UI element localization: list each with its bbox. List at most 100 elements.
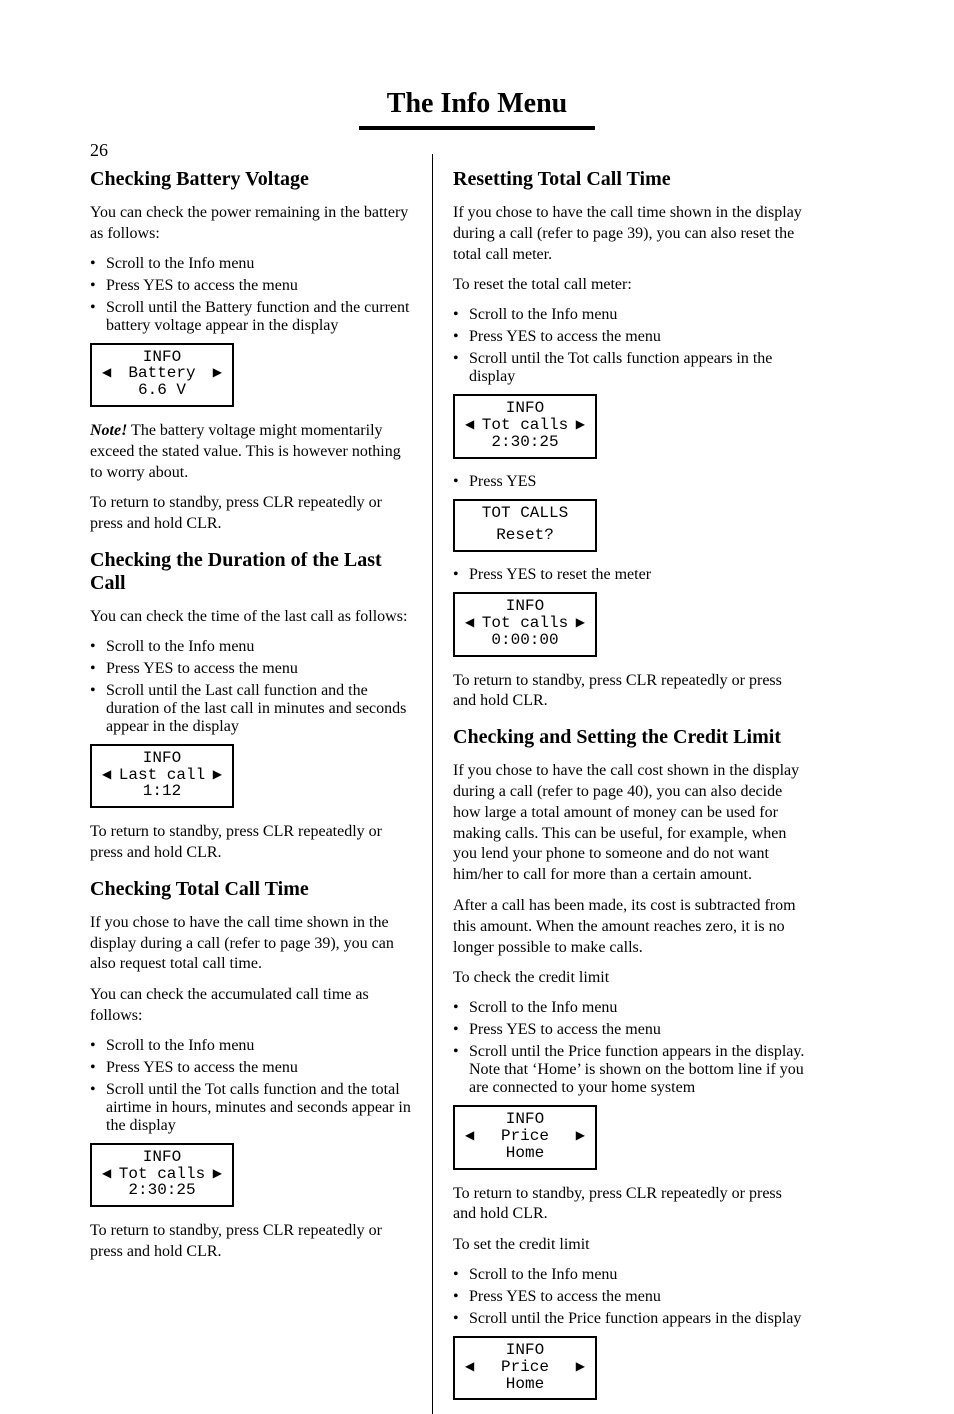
triangle-right-icon: ▶	[576, 1361, 585, 1374]
lcd-line: ◀ Price ▶	[465, 1359, 585, 1376]
bullet-icon: •	[453, 306, 463, 324]
text: To return to standby, press CLR repeated…	[453, 1184, 805, 1226]
note-label: Note!	[90, 422, 127, 439]
lcd-battery: INFO ◀ Battery ▶ 6.6 V	[90, 343, 234, 407]
lcd-line: Reset?	[465, 527, 585, 544]
text: You can check the time of the last call …	[90, 607, 412, 628]
text: If you chose to have the call time shown…	[453, 203, 805, 265]
step-text: Scroll until the Tot calls function and …	[106, 1081, 412, 1135]
text: To set the credit limit	[453, 1235, 805, 1256]
heading-credit: Checking and Setting the Credit Limit	[453, 726, 805, 749]
step: •Scroll until the Tot calls function app…	[453, 350, 805, 386]
step: • Scroll to the Info menu	[90, 638, 412, 656]
lcd-screenshot: TOT CALLS Reset?	[453, 499, 805, 553]
text: You can check the power remaining in the…	[90, 203, 412, 245]
step-text: Scroll to the Info menu	[469, 1266, 617, 1284]
triangle-right-icon: ▶	[213, 769, 222, 782]
title-underline	[359, 126, 595, 130]
triangle-right-icon: ▶	[213, 1168, 222, 1181]
step: •Scroll until the Price function appears…	[453, 1043, 805, 1097]
text: After a call has been made, its cost is …	[453, 896, 805, 958]
text: To reset the total call meter:	[453, 275, 805, 296]
step-text: Press YES to reset the meter	[469, 566, 651, 584]
step: •Scroll until the Battery function and t…	[90, 299, 412, 335]
step-text: Press YES to access the menu	[469, 1288, 661, 1306]
lcd-line: INFO	[102, 349, 222, 366]
lcd-screenshot: INFO ◀ Tot calls ▶ 0:00:00	[453, 592, 805, 656]
lcd-line: ◀ Tot calls ▶	[465, 417, 585, 434]
lcd-line: 2:30:25	[465, 434, 585, 451]
step: • Press YES to access the menu	[453, 328, 805, 346]
lcd-text: Price	[501, 1128, 549, 1145]
bullet-icon: •	[90, 660, 100, 678]
text: To return to standby, press CLR repeated…	[90, 493, 412, 535]
page: 26 The Info Menu Checking Battery Voltag…	[0, 88, 954, 1414]
step: •Scroll to the Info menu	[453, 999, 805, 1017]
note-text: The battery voltage might momentarily ex…	[90, 422, 401, 481]
bullet-icon: •	[453, 473, 463, 491]
step-text: Press YES	[469, 473, 536, 491]
step: •Scroll to the Info menu	[453, 306, 805, 324]
lcd-line: INFO	[465, 598, 585, 615]
lcd-price-2: INFO ◀ Price ▶ Home	[453, 1336, 597, 1400]
text: To check the credit limit	[453, 968, 805, 989]
triangle-right-icon: ▶	[576, 617, 585, 630]
mini-heading: To check the credit limit	[453, 969, 609, 986]
triangle-left-icon: ◀	[465, 419, 474, 432]
lcd-screenshot: INFO ◀ Price ▶ Home	[453, 1336, 805, 1400]
lcd-line: ◀ Tot calls ▶	[465, 615, 585, 632]
lcd-screenshot: INFO ◀ Battery ▶ 6.6 V	[90, 343, 412, 407]
step: •Scroll to the Info menu	[90, 255, 412, 273]
columns: Checking Battery Voltage You can check t…	[0, 154, 954, 1414]
lcd-reset-confirm: TOT CALLS Reset?	[453, 499, 597, 553]
lcd-line: 2:30:25	[102, 1182, 222, 1199]
bullet-icon: •	[453, 328, 463, 346]
page-number: 26	[90, 140, 108, 161]
triangle-right-icon: ▶	[576, 419, 585, 432]
step-text: Scroll to the Info menu	[106, 638, 254, 656]
step: •Scroll to the Info menu	[90, 1037, 412, 1055]
lcd-screenshot: INFO ◀ Tot calls ▶ 2:30:25	[90, 1143, 412, 1207]
heading-tot-calls: Checking Total Call Time	[90, 878, 412, 901]
lcd-price-1: INFO ◀ Price ▶ Home	[453, 1105, 597, 1169]
lcd-last-call: INFO ◀ Last call ▶ 1:12	[90, 744, 234, 808]
lcd-line: ◀ Last call ▶	[102, 767, 222, 784]
lcd-text: Battery	[128, 365, 195, 382]
bullet-icon: •	[90, 1081, 100, 1135]
bullet-icon: •	[90, 638, 100, 656]
step-text: Press YES to access the menu	[106, 1059, 298, 1077]
step: • Scroll until the Price function appears…	[453, 1310, 805, 1328]
bullet-icon: •	[90, 299, 100, 335]
text: To return to standby, press CLR repeated…	[90, 822, 412, 864]
lcd-line: INFO	[102, 1149, 222, 1166]
bullet-icon: •	[90, 1037, 100, 1055]
step: •Scroll to the Info menu	[453, 1266, 805, 1284]
step-text: Scroll until the Battery function and th…	[106, 299, 412, 335]
step: • Press YES to access the menu	[453, 1021, 805, 1039]
step-text: Scroll until the Price function appears …	[469, 1310, 801, 1328]
lcd-line: ◀ Battery ▶	[102, 365, 222, 382]
bullet-icon: •	[453, 1310, 463, 1328]
step: • Press YES	[453, 473, 805, 491]
triangle-left-icon: ◀	[465, 1130, 474, 1143]
step-text: Press YES to access the menu	[469, 1021, 661, 1039]
bullet-icon: •	[90, 682, 100, 736]
triangle-left-icon: ◀	[102, 367, 111, 380]
step-text: Press YES to access the menu	[469, 328, 661, 346]
lcd-text: Tot calls	[119, 1166, 205, 1183]
lcd-line: 1:12	[102, 783, 222, 800]
lcd-screenshot: INFO ◀ Tot calls ▶ 2:30:25	[453, 394, 805, 458]
lcd-line: Home	[465, 1376, 585, 1393]
bullet-icon: •	[453, 1288, 463, 1306]
bullet-icon: •	[453, 999, 463, 1017]
triangle-left-icon: ◀	[465, 1361, 474, 1374]
step: •Scroll until the Tot calls function and…	[90, 1081, 412, 1135]
text: If you chose to have the call time shown…	[90, 913, 412, 975]
bullet-icon: •	[453, 1021, 463, 1039]
lcd-line: TOT CALLS	[465, 505, 585, 522]
triangle-left-icon: ◀	[102, 1168, 111, 1181]
triangle-right-icon: ▶	[576, 1130, 585, 1143]
step: •Press YES to access the menu	[90, 660, 412, 678]
bullet-icon: •	[453, 566, 463, 584]
lcd-text: Tot calls	[482, 417, 568, 434]
